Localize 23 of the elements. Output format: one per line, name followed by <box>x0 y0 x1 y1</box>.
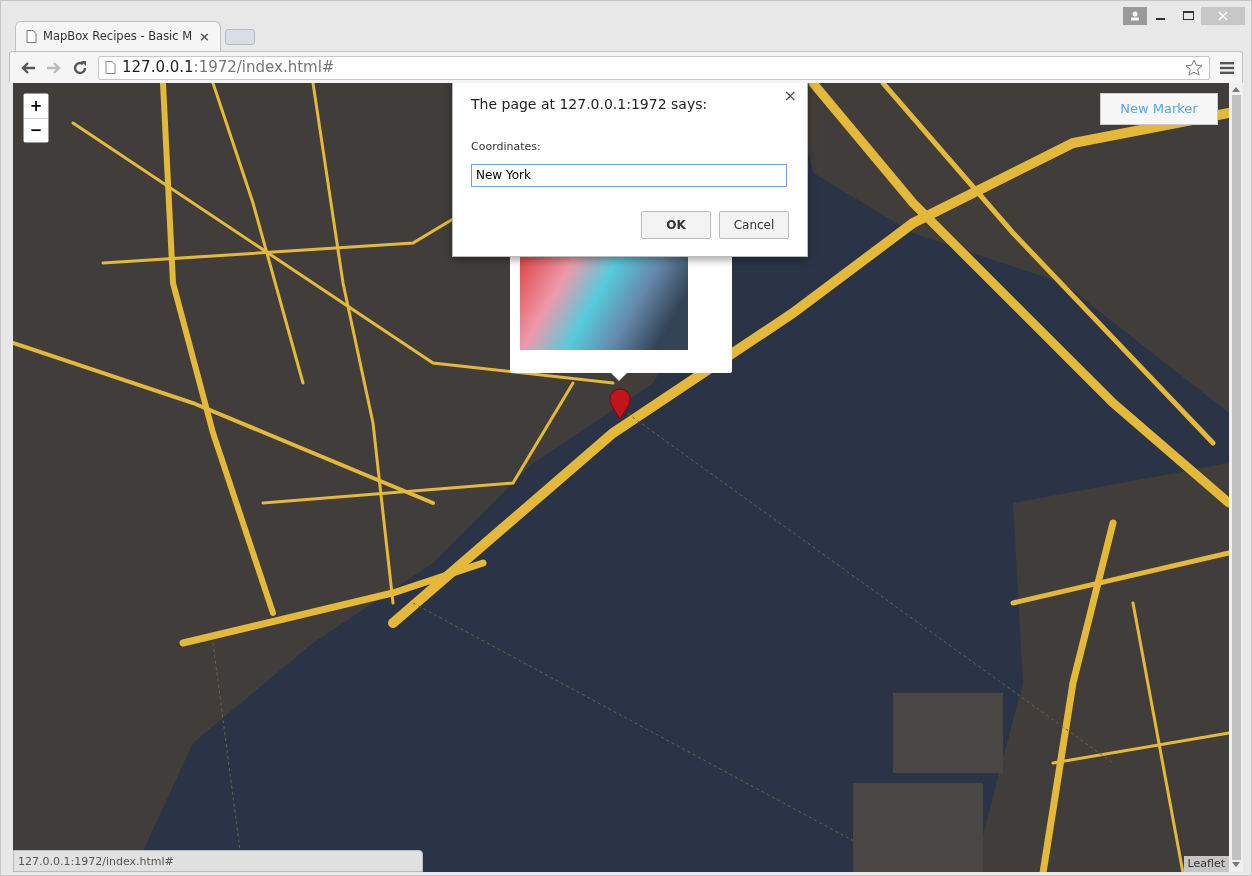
url-text: 127.0.0.1:1972/index.html# <box>122 57 336 79</box>
address-bar[interactable]: 127.0.0.1:1972/index.html# <box>98 55 1210 80</box>
field-label: Coordinates: <box>471 139 542 155</box>
zoom-out-button[interactable]: − <box>24 118 48 142</box>
scrollbar[interactable] <box>1229 83 1243 872</box>
map-marker-icon[interactable] <box>609 388 631 420</box>
page-icon <box>26 30 37 43</box>
page-icon <box>105 61 116 74</box>
dialog-close-button[interactable]: × <box>779 84 801 108</box>
ok-button[interactable]: OK <box>641 210 711 239</box>
map-drawing[interactable] <box>13 83 1229 872</box>
back-icon[interactable] <box>20 60 36 75</box>
star-icon[interactable] <box>1185 59 1203 76</box>
tab-title[interactable]: MapBox Recipes - Basic M <box>43 27 194 46</box>
cancel-button[interactable]: Cancel <box>719 210 789 239</box>
status-bar: 127.0.0.1:1972/index.html# <box>13 850 423 872</box>
dialog-title: The page at 127.0.0.1:1972 says: <box>471 95 709 114</box>
menu-icon[interactable] <box>1220 61 1234 74</box>
scroll-up-icon[interactable] <box>1232 87 1240 93</box>
scroll-down-icon[interactable] <box>1232 862 1240 868</box>
coordinates-field[interactable]: New York <box>471 163 787 187</box>
reload-icon[interactable] <box>72 59 88 76</box>
tab-close-button[interactable]: × <box>199 26 210 47</box>
